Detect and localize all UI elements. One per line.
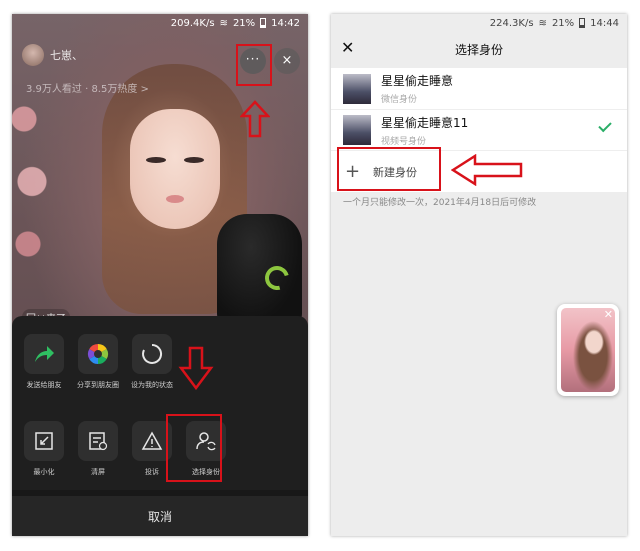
status-circle-icon	[132, 334, 172, 374]
close-button[interactable]: ×	[274, 48, 300, 74]
share-to-friend-button[interactable]: 发送给朋友	[24, 334, 64, 390]
identity-type: 微信身份	[381, 95, 418, 105]
moments-icon	[78, 334, 118, 374]
action-sheet: 发送给朋友 分享到朋友圈 设为我的状态 最小化 清屏 投诉 选择身份 取消	[12, 316, 308, 536]
highlight-box-more	[236, 44, 272, 86]
host-name: 七崽、	[50, 49, 83, 62]
item-label: 最小化	[33, 468, 55, 476]
identity-row[interactable]: 星星偷走睡意11 视频号身份	[331, 109, 627, 150]
microphone	[217, 214, 302, 324]
wifi-icon: ≋	[219, 17, 228, 29]
streamer-face	[130, 109, 220, 229]
battery-percent: 21%	[551, 17, 575, 29]
modify-note: 一个月只能修改一次，2021年4月18日后可修改	[343, 198, 537, 208]
identity-name: 星星偷走睡意11	[381, 115, 469, 130]
identity-type: 视频号身份	[381, 136, 427, 147]
status-bar: 224.3K/s ≋ 21% 14:44	[331, 14, 627, 32]
close-icon[interactable]: ✕	[604, 308, 613, 321]
minimize-icon	[24, 421, 64, 461]
share-to-moments-button[interactable]: 分享到朋友圈	[77, 334, 119, 390]
status-bar: 209.4K/s ≋ 21% 14:42	[12, 14, 308, 32]
viewer-stats: 3.9万人看过 · 8.5万热度 >	[26, 84, 149, 95]
network-speed: 209.4K/s	[170, 17, 215, 29]
avatar[interactable]	[22, 44, 44, 66]
item-label: 发送给朋友	[26, 381, 62, 389]
close-icon[interactable]: ✕	[341, 38, 354, 57]
item-label: 清屏	[91, 468, 105, 476]
wifi-icon: ≋	[538, 17, 547, 29]
battery-icon	[579, 18, 586, 28]
checkmark-icon	[598, 118, 612, 133]
highlight-box-identity	[166, 414, 222, 482]
avatar	[343, 73, 371, 104]
share-row: 发送给朋友 分享到朋友圈 设为我的状态	[24, 334, 173, 390]
highlight-box-new-identity	[337, 147, 441, 191]
item-label: 分享到朋友圈	[77, 381, 119, 389]
floating-live-window[interactable]: ✕	[557, 304, 619, 396]
minimize-button[interactable]: 最小化	[24, 421, 64, 477]
item-label: 设为我的状态	[131, 381, 173, 389]
clock: 14:44	[590, 17, 619, 29]
identity-row[interactable]: 星星偷走睡意 微信身份	[331, 68, 627, 109]
set-status-button[interactable]: 设为我的状态	[131, 334, 173, 390]
clear-screen-button[interactable]: 清屏	[78, 421, 118, 477]
avatar	[343, 115, 371, 145]
cancel-button[interactable]: 取消	[12, 490, 308, 536]
live-stream-screen: 209.4K/s ≋ 21% 14:42 七崽、 3.9万人看过 · 8.5万热…	[12, 14, 308, 536]
clear-screen-icon	[78, 421, 118, 461]
clock: 14:42	[271, 17, 300, 29]
down-arrow-icon	[178, 346, 214, 390]
share-arrow-icon	[24, 334, 64, 374]
identity-name: 星星偷走睡意	[381, 74, 454, 88]
left-arrow-icon	[451, 154, 523, 186]
host-info[interactable]: 七崽、	[22, 44, 83, 66]
page-title: 选择身份	[454, 42, 503, 57]
battery-icon	[260, 18, 267, 28]
nav-bar: ✕ 选择身份	[331, 34, 627, 64]
up-arrow-icon	[240, 100, 270, 138]
select-identity-screen: 224.3K/s ≋ 21% 14:44 ✕ 选择身份 星星偷走睡意 微信身份 …	[331, 14, 627, 536]
network-speed: 224.3K/s	[489, 17, 534, 29]
battery-percent: 21%	[232, 17, 256, 29]
